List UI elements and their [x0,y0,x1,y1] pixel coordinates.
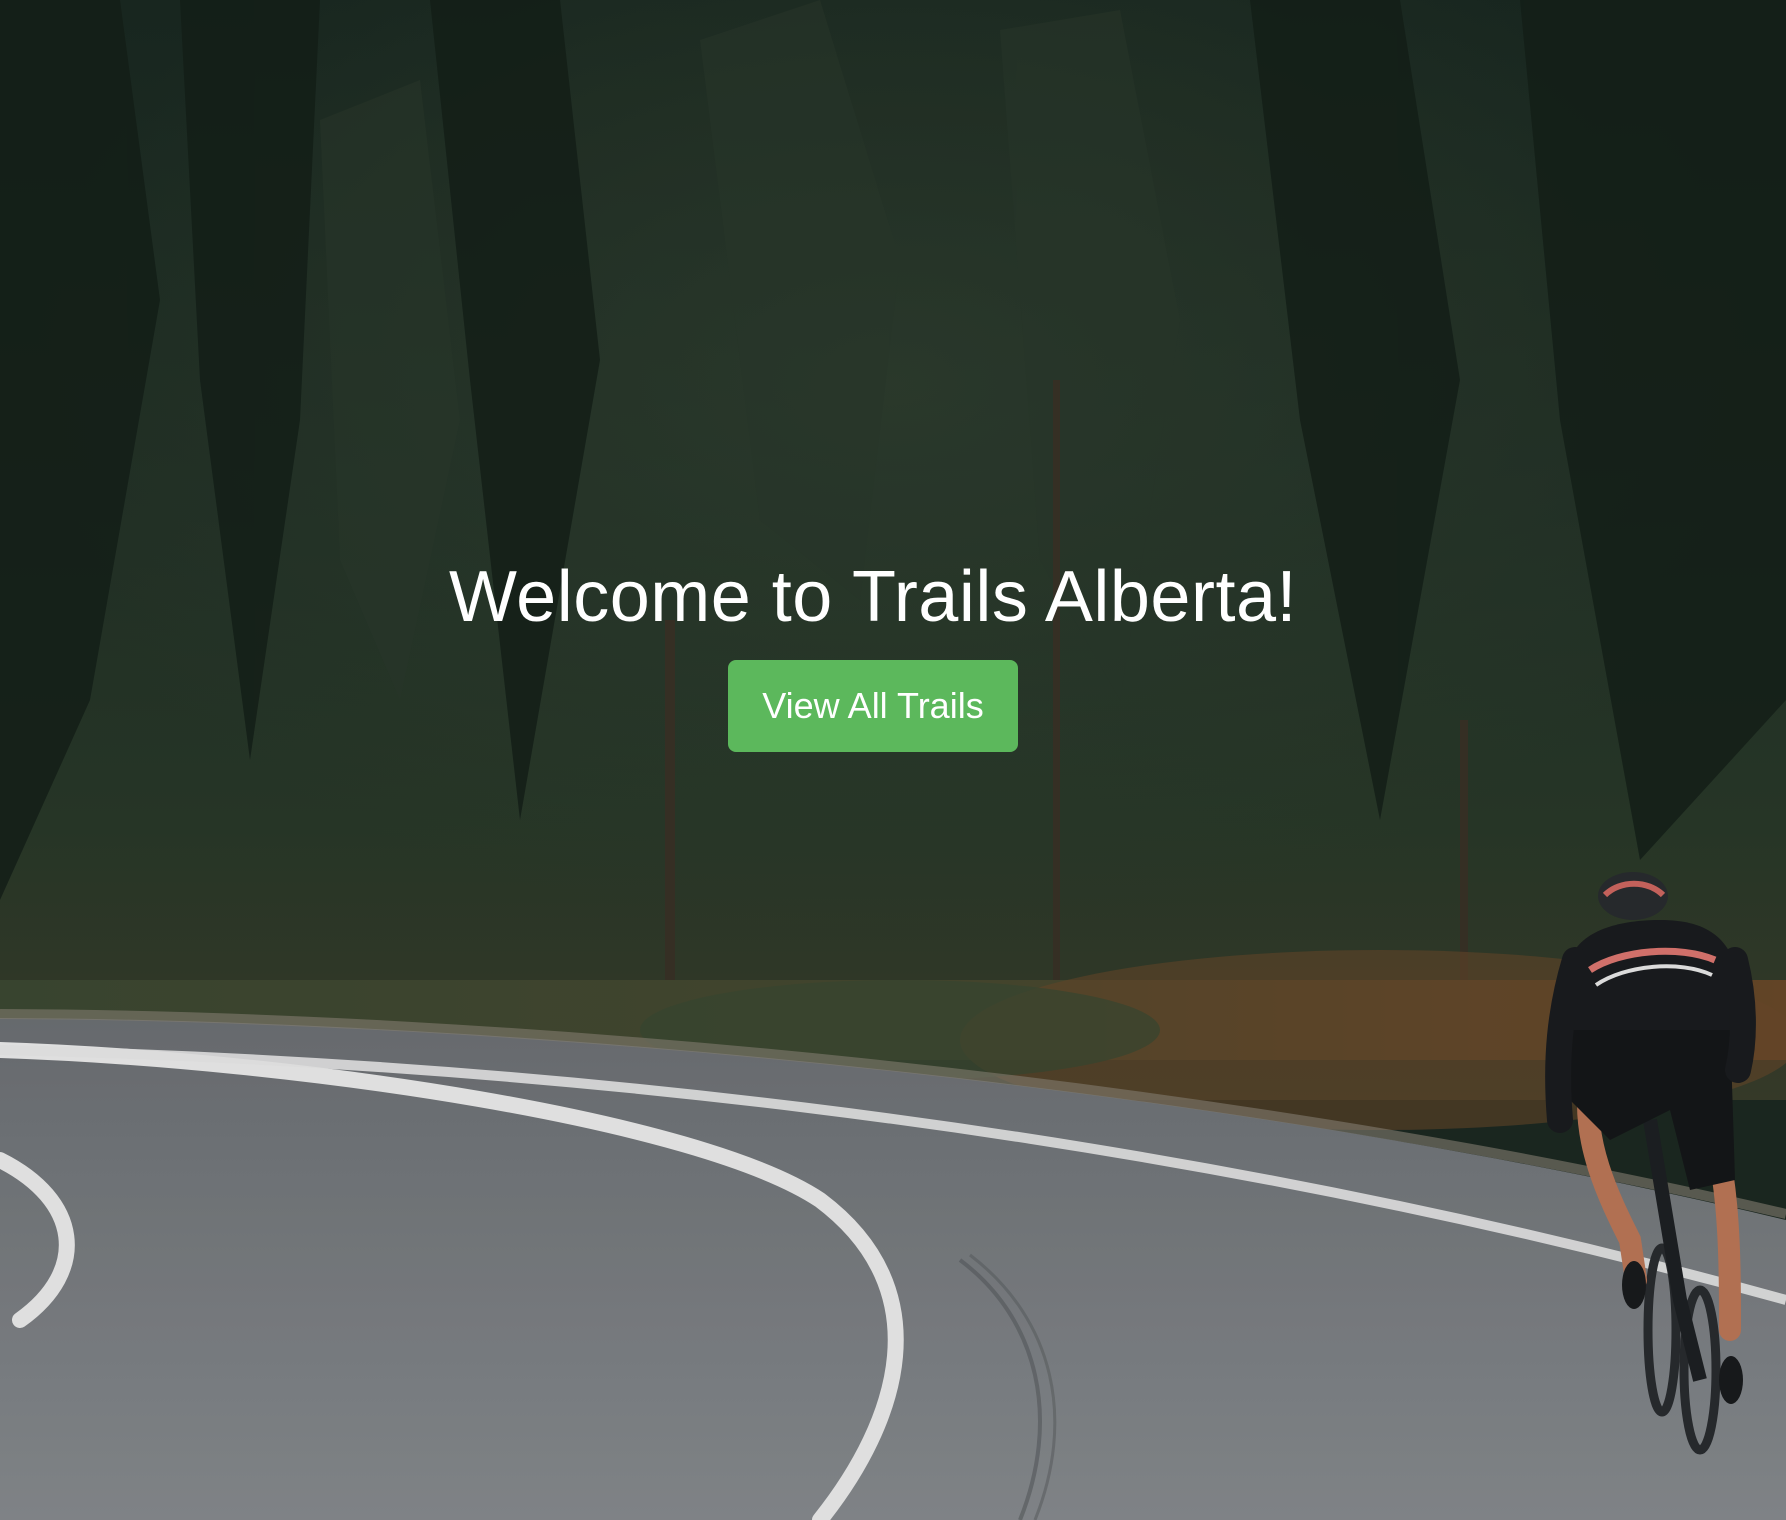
hero-section: Welcome to Trails Alberta! View All Trai… [0,0,1786,1520]
hero-title: Welcome to Trails Alberta! [449,557,1297,637]
hero-background-image [0,0,1786,1520]
view-all-trails-button[interactable]: View All Trails [728,660,1018,752]
hero-content: Welcome to Trails Alberta! View All Trai… [0,553,1746,752]
